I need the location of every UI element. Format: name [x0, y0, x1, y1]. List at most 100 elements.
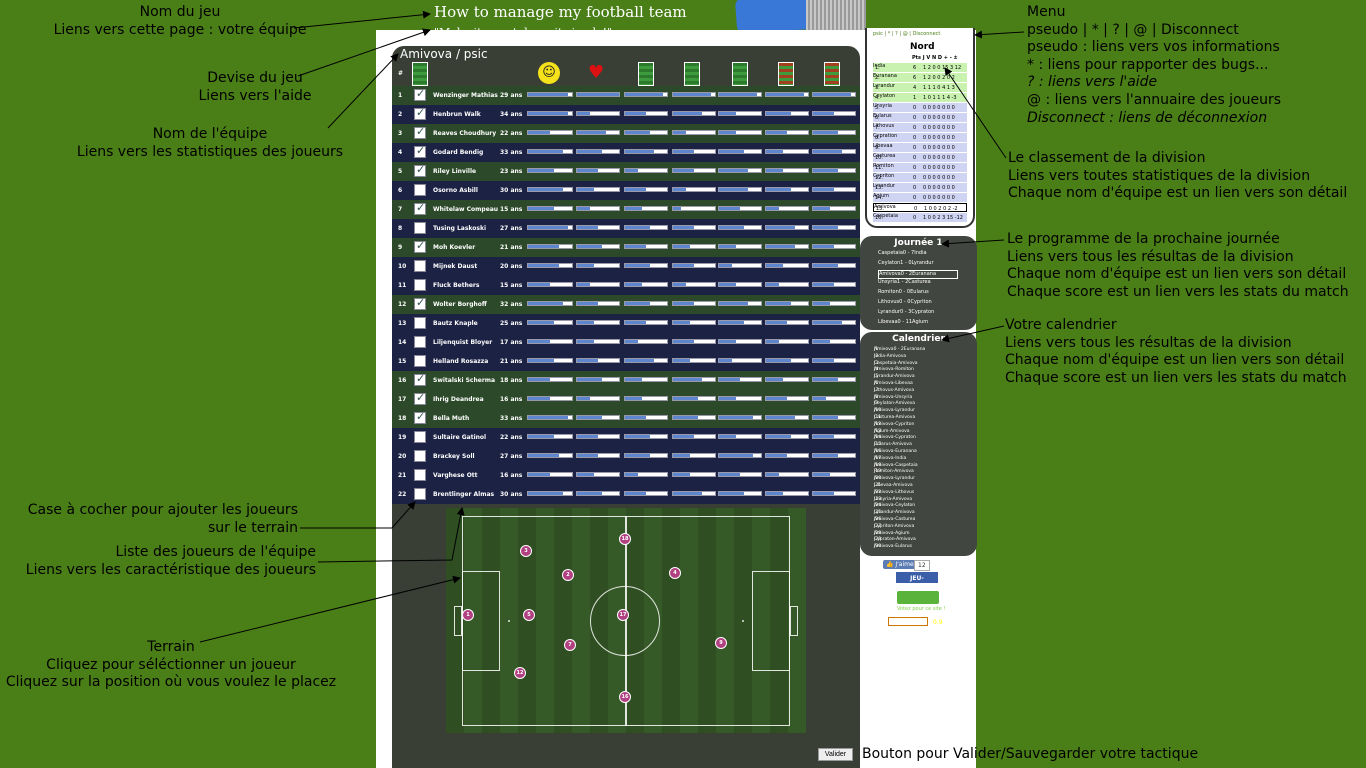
match-home-team[interactable]: Lyrandur — [878, 309, 900, 315]
player-name-link[interactable]: Whitelaw Compeau — [433, 206, 498, 213]
player-checkbox[interactable] — [414, 410, 426, 424]
player-checkbox[interactable] — [414, 355, 426, 367]
player-name-link[interactable]: Brackey Soll — [433, 453, 475, 460]
menu-item-0[interactable]: psic — [873, 31, 883, 37]
match-score[interactable]: 0 - 11 — [898, 319, 913, 325]
player-checkbox[interactable] — [414, 391, 426, 405]
calendar-away-team[interactable]: Libevaa — [895, 381, 913, 386]
calendar-away-team[interactable]: Amivova — [893, 483, 913, 488]
calendar-away-team[interactable]: Amivova — [890, 429, 910, 434]
calendar-away-team[interactable]: Amivova — [895, 374, 915, 379]
calendar-away-team[interactable]: Unsyria — [895, 395, 912, 400]
player-position-marker[interactable]: 1 — [462, 609, 474, 621]
team-name-link[interactable]: Amivova / psic — [400, 47, 488, 61]
player-position-marker[interactable]: 3 — [520, 545, 532, 557]
ranking-banner[interactable] — [888, 617, 928, 626]
calendar-away-team[interactable]: India — [895, 456, 906, 461]
player-name-link[interactable]: Mijnek Daust — [433, 263, 477, 270]
calendar-away-team[interactable]: Caspetaia — [895, 463, 917, 468]
player-name-link[interactable]: Helland Rosazza — [433, 358, 488, 365]
match-home-team[interactable]: Caspetaia — [878, 250, 903, 256]
player-position-marker[interactable]: 5 — [523, 609, 535, 621]
calendar-away-team[interactable]: Amivova — [898, 361, 918, 366]
match-home-team[interactable]: Libevaa — [878, 319, 898, 325]
player-name-link[interactable]: Henbrun Walk — [433, 111, 481, 118]
match-score[interactable]: 0 - 0 — [899, 299, 910, 305]
player-position-marker[interactable]: 12 — [514, 667, 526, 679]
match-home-team[interactable]: Lithovus — [878, 299, 899, 305]
player-checkbox[interactable] — [414, 106, 426, 120]
game-motto-link[interactable]: "Make it smart, keep it simple!" — [434, 26, 612, 39]
match-away-team[interactable]: Lyrandur — [912, 260, 934, 266]
calendar-away-team[interactable]: Euranana — [895, 449, 917, 454]
calendar-away-team[interactable]: Amivova — [895, 388, 915, 393]
player-name-link[interactable]: Godard Bendig — [433, 149, 483, 156]
player-checkbox[interactable] — [414, 125, 426, 139]
player-checkbox[interactable] — [414, 317, 426, 329]
calendar-score[interactable]: 0 - 2 — [894, 347, 904, 352]
player-name-link[interactable]: Riley Linville — [433, 168, 476, 175]
match-away-team[interactable]: Agium — [912, 319, 928, 325]
player-name-link[interactable]: Varghese Ott — [433, 472, 478, 479]
calendar-away-team[interactable]: Casturea — [895, 517, 915, 522]
calendar-away-team[interactable]: Cypriton — [895, 422, 914, 427]
player-position-marker[interactable]: 17 — [617, 609, 629, 621]
match-away-team[interactable]: Casturea — [908, 279, 930, 285]
calendar-away-team[interactable]: Lithovus — [895, 490, 914, 495]
match-away-team[interactable]: Cypraton — [911, 309, 934, 315]
vote-text[interactable]: Votez pour ce site ! — [897, 606, 945, 612]
player-checkbox[interactable] — [414, 296, 426, 310]
player-checkbox[interactable] — [414, 163, 426, 177]
match-score[interactable]: 0 - 2 — [901, 271, 912, 277]
match-home-team[interactable]: Romiton — [878, 289, 899, 295]
player-position-marker[interactable]: 16 — [619, 691, 631, 703]
calendar-away-team[interactable]: Amivova — [894, 469, 914, 474]
match-score[interactable]: 1 - 2 — [897, 279, 908, 285]
validate-button[interactable]: Valider — [818, 748, 853, 761]
calendar-away-team[interactable]: Amivova — [896, 537, 916, 542]
calendar-away-team[interactable]: Amivova — [892, 442, 912, 447]
like-button[interactable]: 👍 J'aime — [883, 560, 917, 569]
next-round-title[interactable]: Journée 1 — [860, 238, 977, 248]
match-away-team[interactable]: India — [914, 250, 926, 256]
player-checkbox[interactable] — [414, 239, 426, 253]
vote-banner-image[interactable] — [896, 590, 940, 605]
player-checkbox[interactable] — [414, 469, 426, 481]
player-position-marker[interactable]: 18 — [619, 533, 631, 545]
player-position-marker[interactable]: 4 — [669, 567, 681, 579]
match-score[interactable]: 0 - 3 — [900, 309, 911, 315]
pitch[interactable]: 3 18 2 4 1 5 17 9 7 12 16 — [446, 508, 806, 733]
player-name-link[interactable]: Bella Muth — [433, 415, 469, 422]
match-home-team[interactable]: Ceylaton — [878, 260, 900, 266]
match-away-team[interactable]: Euranana — [912, 271, 936, 277]
menu-item-4[interactable]: Disconnect — [913, 31, 941, 37]
player-position-marker[interactable]: 9 — [715, 637, 727, 649]
division-title[interactable]: Nord — [910, 42, 935, 52]
calendar-away-team[interactable]: Cypraton — [895, 435, 916, 440]
calendar-away-team[interactable]: Euranana — [904, 347, 926, 352]
match-home-team[interactable]: Amivova — [879, 271, 901, 277]
calendar-away-team[interactable]: Romiton — [895, 367, 914, 372]
player-position-marker[interactable]: 2 — [562, 569, 574, 581]
calendar-away-team[interactable]: Lyrandur — [895, 408, 915, 413]
calendar-away-team[interactable]: Amivova — [895, 524, 915, 529]
calendar-away-team[interactable]: Lyrandur — [895, 476, 915, 481]
calendar-away-team[interactable]: Amivova — [895, 401, 915, 406]
jeu-gratuit-banner[interactable]: JEU-GRATUIT — [895, 571, 939, 595]
match-score[interactable]: 0 - 0 — [899, 289, 910, 295]
player-checkbox[interactable] — [414, 222, 426, 234]
player-name-link[interactable]: Reaves Choudhury — [433, 130, 496, 137]
match-away-team[interactable]: Cypriton — [910, 299, 931, 305]
player-checkbox[interactable] — [414, 260, 426, 272]
calendar-away-team[interactable]: Amivova — [895, 510, 915, 515]
calendar-away-team[interactable]: Ceylaton — [895, 503, 915, 508]
player-name-link[interactable]: Moh Koevler — [433, 244, 475, 251]
player-checkbox[interactable] — [414, 372, 426, 386]
calendar-away-team[interactable]: Amivova — [896, 415, 916, 420]
match-score[interactable]: 1 - 0 — [900, 260, 911, 266]
player-name-link[interactable]: Wenzinger Mathias — [433, 92, 498, 99]
match-away-team[interactable]: Eularus — [910, 289, 929, 295]
calendar-away-team[interactable]: Amivova — [887, 354, 907, 359]
player-checkbox[interactable] — [414, 431, 426, 443]
calendar-away-team[interactable]: Amivova — [893, 497, 913, 502]
